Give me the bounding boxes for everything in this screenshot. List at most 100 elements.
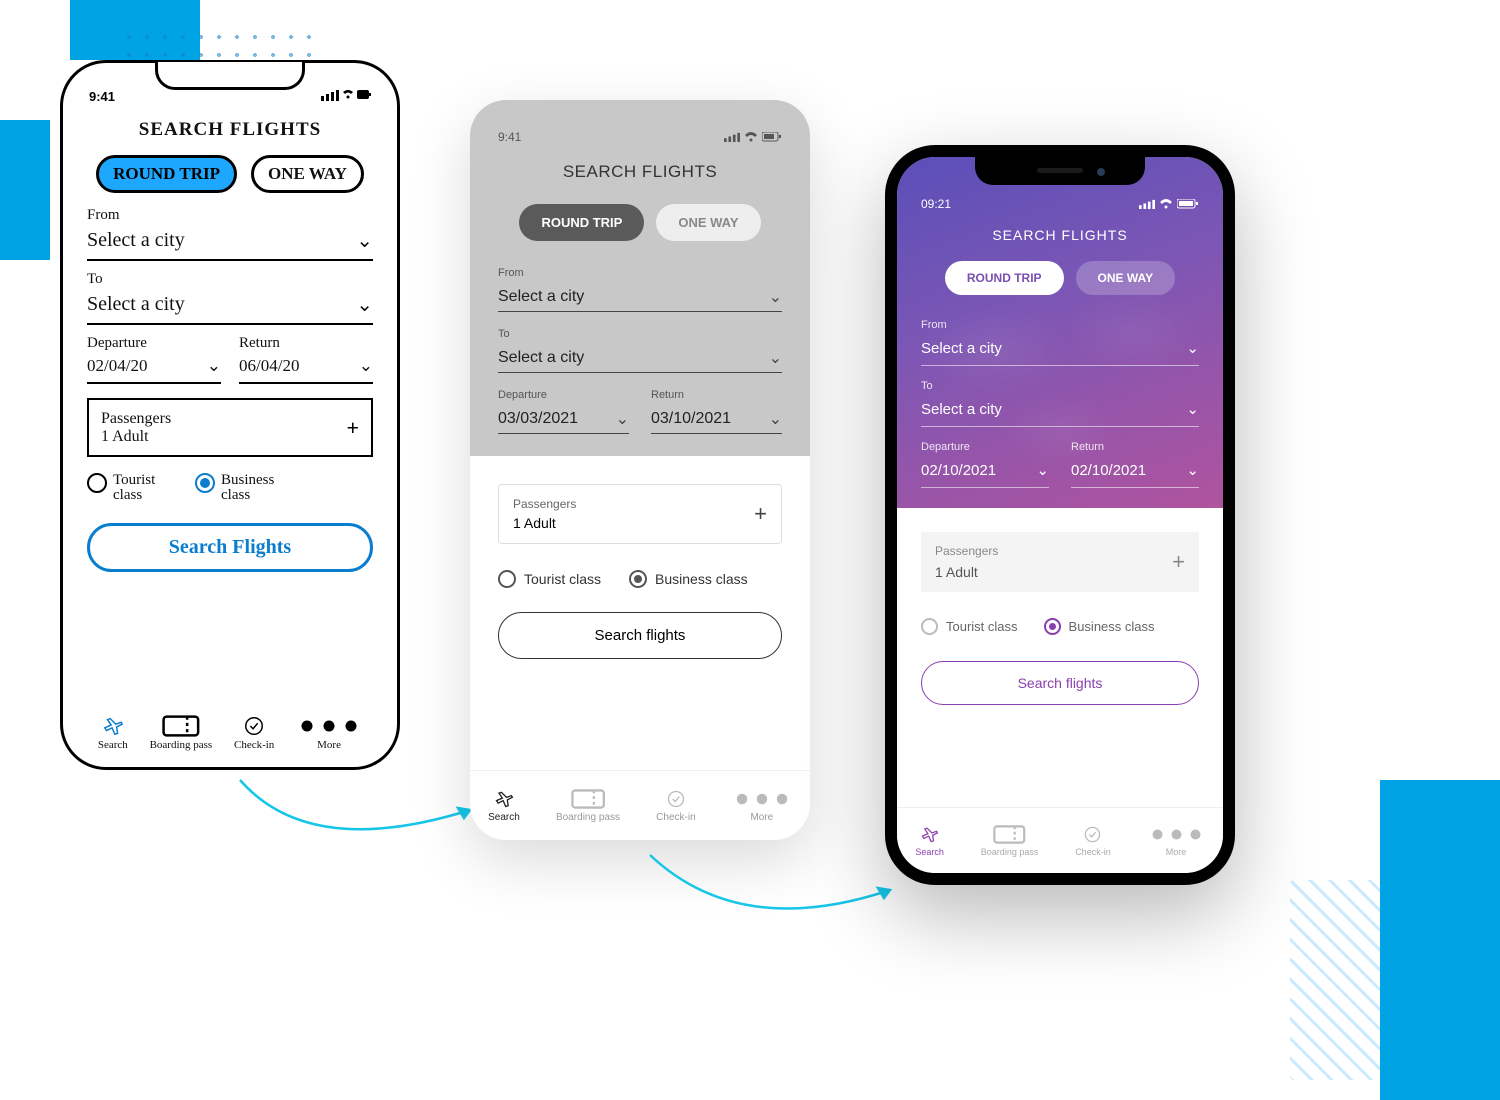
trip-oneway-pill[interactable]: ONE WAY bbox=[656, 204, 760, 241]
tourist-class-radio[interactable]: Tourist class bbox=[921, 618, 1018, 635]
to-input[interactable]: Select a city ⌄ bbox=[498, 344, 782, 373]
chevron-down-icon: ⌄ bbox=[207, 356, 221, 376]
page-title: SEARCH FLIGHTS bbox=[87, 119, 373, 141]
departure-input[interactable]: 03/03/2021 ⌄ bbox=[498, 405, 629, 434]
return-input[interactable]: 06/04/20 ⌄ bbox=[239, 354, 373, 384]
chevron-down-icon: ⌄ bbox=[616, 409, 629, 429]
chevron-down-icon: ⌄ bbox=[1036, 461, 1049, 479]
nav-label: Search bbox=[488, 812, 520, 823]
to-input[interactable]: Select a city ⌄ bbox=[87, 290, 373, 325]
return-input[interactable]: 02/10/2021 ⌄ bbox=[1071, 457, 1199, 488]
chevron-down-icon: ⌄ bbox=[359, 356, 373, 376]
plus-icon[interactable]: + bbox=[1172, 549, 1185, 575]
nav-more[interactable]: More bbox=[296, 715, 362, 751]
from-value: Select a city bbox=[87, 229, 185, 252]
status-icons bbox=[724, 131, 782, 143]
radio-icon bbox=[498, 570, 516, 588]
wireframe-phone: 9:41 SEARCH FLIGHTS ROUND TRIP ONE WAY F… bbox=[470, 100, 810, 840]
nav-label: Check-in bbox=[1075, 847, 1111, 857]
return-label: Return bbox=[651, 389, 782, 401]
chevron-down-icon: ⌄ bbox=[1186, 400, 1199, 418]
tourist-class-radio[interactable]: Tourist class bbox=[498, 570, 601, 588]
bg-shape bbox=[0, 120, 50, 260]
nav-boarding[interactable]: Boarding pass bbox=[150, 715, 213, 751]
from-input[interactable]: Select a city ⌄ bbox=[498, 283, 782, 312]
to-value: Select a city bbox=[498, 349, 584, 367]
search-flights-button[interactable]: Search flights bbox=[498, 612, 782, 659]
tourist-class-label: Tourist class bbox=[946, 619, 1018, 634]
search-flights-button[interactable]: Search Flights bbox=[87, 523, 373, 572]
bg-shape bbox=[1380, 780, 1500, 1100]
nav-label: Boarding pass bbox=[556, 812, 620, 823]
business-class-radio[interactable]: Business class bbox=[1044, 618, 1155, 635]
nav-more[interactable]: More bbox=[1148, 825, 1205, 857]
progress-arrow bbox=[640, 845, 910, 945]
nav-search[interactable]: Search bbox=[915, 825, 944, 857]
departure-value: 02/10/2021 bbox=[921, 462, 996, 479]
departure-label: Departure bbox=[498, 389, 629, 401]
nav-more[interactable]: More bbox=[732, 789, 792, 823]
nav-label: Boarding pass bbox=[981, 847, 1039, 857]
more-icon bbox=[296, 715, 362, 737]
status-time: 9:41 bbox=[89, 89, 115, 104]
return-label: Return bbox=[1071, 441, 1199, 453]
trip-round-pill[interactable]: ROUND TRIP bbox=[945, 261, 1064, 295]
status-bar: 09:21 bbox=[921, 197, 1199, 211]
chevron-down-icon: ⌄ bbox=[769, 287, 782, 307]
to-input[interactable]: Select a city ⌄ bbox=[921, 396, 1199, 427]
passengers-box[interactable]: Passengers 1 Adult + bbox=[921, 532, 1199, 592]
departure-input[interactable]: 02/04/20 ⌄ bbox=[87, 354, 221, 384]
return-input[interactable]: 03/10/2021 ⌄ bbox=[651, 405, 782, 434]
plus-icon[interactable]: + bbox=[754, 501, 767, 527]
business-class-label: Business class bbox=[1069, 619, 1155, 634]
check-circle-icon bbox=[243, 715, 265, 737]
nav-search[interactable]: Search bbox=[98, 715, 128, 751]
trip-round-pill[interactable]: ROUND TRIP bbox=[96, 155, 237, 193]
from-value: Select a city bbox=[498, 288, 584, 306]
passengers-box[interactable]: Passengers 1 Adult + bbox=[498, 484, 782, 544]
passengers-label: Passengers bbox=[513, 497, 576, 511]
status-icons bbox=[1139, 197, 1199, 211]
departure-input[interactable]: 02/10/2021 ⌄ bbox=[921, 457, 1049, 488]
nav-label: More bbox=[317, 739, 341, 751]
trip-oneway-pill[interactable]: ONE WAY bbox=[251, 155, 364, 193]
business-class-label: Business class bbox=[655, 571, 748, 587]
from-label: From bbox=[87, 207, 373, 224]
tourist-class-label: Tourist class bbox=[113, 473, 173, 503]
trip-round-pill[interactable]: ROUND TRIP bbox=[519, 204, 644, 241]
airplane-icon bbox=[494, 789, 514, 809]
chevron-down-icon: ⌄ bbox=[1186, 461, 1199, 479]
departure-label: Departure bbox=[87, 335, 221, 352]
bottom-nav: Search Boarding pass Check-in More bbox=[897, 807, 1223, 873]
departure-value: 02/04/20 bbox=[87, 356, 147, 376]
business-class-radio[interactable]: Business class bbox=[195, 473, 291, 503]
from-input[interactable]: Select a city ⌄ bbox=[87, 226, 373, 261]
bottom-nav: Search Boarding pass Check-in More bbox=[470, 770, 810, 840]
nav-label: Search bbox=[98, 739, 128, 751]
nav-label: Check-in bbox=[234, 739, 274, 751]
return-value: 03/10/2021 bbox=[651, 410, 731, 428]
hifi-phone: 09:21 SEARCH FLIGHTS ROUND TRIP ONE WAY … bbox=[885, 145, 1235, 885]
search-flights-button[interactable]: Search flights bbox=[921, 661, 1199, 705]
nav-checkin[interactable]: Check-in bbox=[1075, 825, 1111, 857]
passengers-value: 1 Adult bbox=[101, 428, 171, 446]
to-value: Select a city bbox=[921, 401, 1002, 418]
nav-boarding[interactable]: Boarding pass bbox=[981, 825, 1039, 857]
nav-checkin[interactable]: Check-in bbox=[234, 715, 274, 751]
status-bar: 9:41 bbox=[89, 89, 371, 104]
passengers-box[interactable]: Passengers 1 Adult + bbox=[87, 398, 373, 457]
sketch-phone: 9:41 SEARCH FLIGHTS ROUND TRIP ONE WAY F… bbox=[60, 60, 400, 770]
chevron-down-icon: ⌄ bbox=[769, 348, 782, 368]
chevron-down-icon: ⌄ bbox=[1186, 339, 1199, 357]
nav-checkin[interactable]: Check-in bbox=[656, 789, 695, 823]
trip-oneway-pill[interactable]: ONE WAY bbox=[1076, 261, 1176, 295]
radio-icon bbox=[87, 473, 107, 493]
from-value: Select a city bbox=[921, 340, 1002, 357]
tourist-class-radio[interactable]: Tourist class bbox=[87, 473, 173, 503]
nav-search[interactable]: Search bbox=[488, 789, 520, 823]
more-icon bbox=[1148, 825, 1205, 844]
from-input[interactable]: Select a city ⌄ bbox=[921, 335, 1199, 366]
nav-boarding[interactable]: Boarding pass bbox=[556, 789, 620, 823]
plus-icon[interactable]: + bbox=[346, 415, 359, 441]
business-class-radio[interactable]: Business class bbox=[629, 570, 748, 588]
